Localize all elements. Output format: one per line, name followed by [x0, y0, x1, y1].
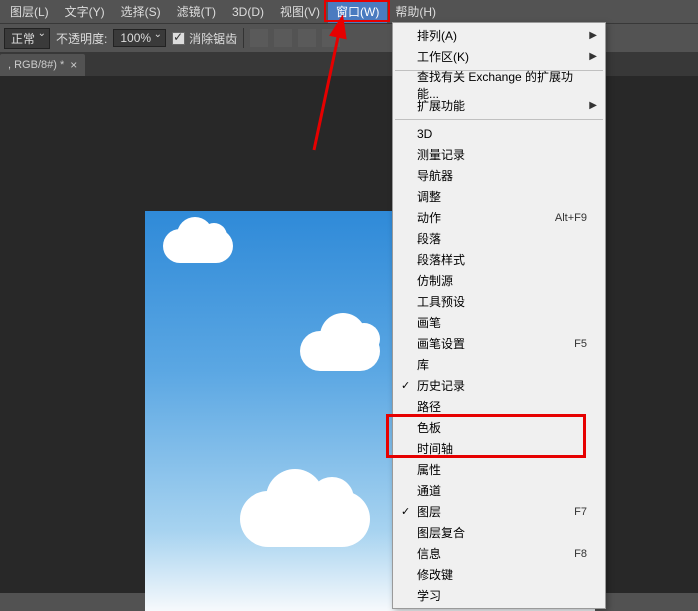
menu-item-view[interactable]: 视图(V) [272, 0, 328, 23]
menu-arrange[interactable]: 排列(A)▶ [393, 25, 605, 46]
menu-info[interactable]: 信息F8 [393, 543, 605, 564]
menu-item-select[interactable]: 选择(S) [113, 0, 169, 23]
tool-icon-2[interactable] [274, 29, 292, 47]
menu-clone[interactable]: 仿制源 [393, 270, 605, 291]
cloud-shape [300, 331, 380, 371]
menu-extensions[interactable]: 扩展功能▶ [393, 95, 605, 116]
menu-tool-presets[interactable]: 工具预设 [393, 291, 605, 312]
tool-icon-4[interactable] [322, 29, 340, 47]
menu-paragraph-style[interactable]: 段落样式 [393, 249, 605, 270]
menu-exchange[interactable]: 查找有关 Exchange 的扩展功能... [393, 74, 605, 95]
separator [243, 28, 244, 48]
menu-history[interactable]: 历史记录 [393, 375, 605, 396]
menu-path[interactable]: 路径 [393, 396, 605, 417]
blend-mode-dropdown[interactable]: 正常 [4, 28, 50, 49]
antialias-checkbox[interactable]: 消除锯齿 [172, 30, 237, 47]
submenu-arrow-icon: ▶ [589, 51, 597, 62]
menu-properties[interactable]: 属性 [393, 459, 605, 480]
submenu-arrow-icon: ▶ [589, 100, 597, 111]
menu-item-filter[interactable]: 滤镜(T) [169, 0, 224, 23]
submenu-arrow-icon: ▶ [589, 30, 597, 41]
menu-item-text[interactable]: 文字(Y) [57, 0, 113, 23]
tool-icon-3[interactable] [298, 29, 316, 47]
menu-channels[interactable]: 通道 [393, 480, 605, 501]
menu-layer-comps[interactable]: 图层复合 [393, 522, 605, 543]
menu-adjust[interactable]: 调整 [393, 186, 605, 207]
menu-brush-settings[interactable]: 画笔设置F5 [393, 333, 605, 354]
menu-modifier-keys[interactable]: 修改键 [393, 564, 605, 585]
menu-item-3d[interactable]: 3D(D) [224, 2, 272, 22]
menu-brush[interactable]: 画笔 [393, 312, 605, 333]
menu-3d[interactable]: 3D [393, 123, 605, 144]
menu-item-window[interactable]: 窗口(W) [328, 0, 387, 23]
menu-learn[interactable]: 学习 [393, 585, 605, 606]
tab-label: , RGB/8#) * [8, 59, 64, 71]
menu-workspace[interactable]: 工作区(K)▶ [393, 46, 605, 67]
menu-navigator[interactable]: 导航器 [393, 165, 605, 186]
close-icon[interactable]: × [70, 58, 77, 72]
menu-library[interactable]: 库 [393, 354, 605, 375]
document-tab[interactable]: , RGB/8#) * × [0, 54, 85, 76]
opacity-dropdown[interactable]: 100% [113, 29, 166, 47]
menu-layers[interactable]: 图层F7 [393, 501, 605, 522]
menu-timeline[interactable]: 时间轴 [393, 438, 605, 459]
tool-icon-1[interactable] [250, 29, 268, 47]
opacity-label: 不透明度: [56, 30, 107, 47]
menu-item-layer[interactable]: 图层(L) [2, 0, 57, 23]
cloud-shape [240, 491, 370, 547]
menu-bar: 图层(L) 文字(Y) 选择(S) 滤镜(T) 3D(D) 视图(V) 窗口(W… [0, 0, 698, 23]
checkbox-icon [172, 32, 185, 45]
menu-measure[interactable]: 测量记录 [393, 144, 605, 165]
menu-paragraph[interactable]: 段落 [393, 228, 605, 249]
menu-separator [395, 119, 603, 120]
antialias-label: 消除锯齿 [189, 30, 237, 47]
menu-item-help[interactable]: 帮助(H) [387, 0, 444, 23]
cloud-shape [163, 229, 233, 263]
menu-actions[interactable]: 动作Alt+F9 [393, 207, 605, 228]
menu-swatches[interactable]: 色板 [393, 417, 605, 438]
window-dropdown-menu: 排列(A)▶ 工作区(K)▶ 查找有关 Exchange 的扩展功能... 扩展… [392, 22, 606, 609]
